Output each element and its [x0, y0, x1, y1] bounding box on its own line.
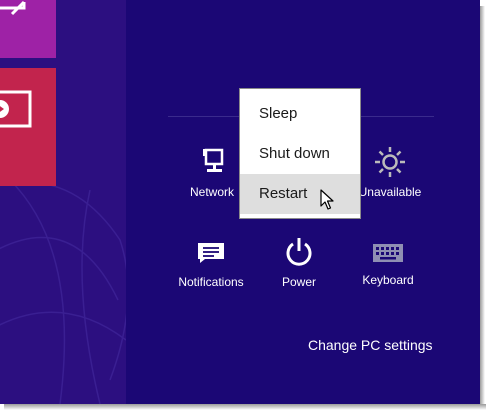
shut-down-menu-item[interactable]: Shut down: [240, 134, 360, 174]
power-label: Power: [281, 275, 316, 289]
start-tile-magenta[interactable]: [0, 0, 56, 58]
change-pc-settings-link[interactable]: Change PC settings: [308, 337, 433, 353]
screenshot-frame: Network Unavailable Notifications Power …: [0, 0, 480, 404]
tile-glyph-icon: [0, 0, 26, 16]
mouse-cursor-icon: [320, 189, 334, 210]
notifications-icon: [198, 243, 224, 263]
network-icon: [203, 148, 224, 172]
keyboard-icon: [373, 244, 403, 262]
frame-shadow-right: [480, 6, 485, 408]
restart-menu-item[interactable]: Restart: [240, 174, 360, 214]
power-icon: [286, 238, 312, 266]
start-tile-video[interactable]: [0, 68, 56, 186]
power-tile[interactable]: Power: [249, 237, 349, 289]
notifications-tile[interactable]: Notifications: [161, 242, 261, 289]
notifications-label: Notifications: [178, 275, 244, 289]
keyboard-label: Keyboard: [362, 273, 414, 287]
video-icon: [0, 90, 32, 128]
frame-shadow-bottom: [4, 404, 486, 410]
background-swirl-pattern: [0, 179, 126, 404]
power-menu: Sleep Shut down Restart: [239, 88, 361, 219]
sleep-menu-item[interactable]: Sleep: [240, 94, 360, 134]
brightness-icon: [375, 147, 405, 177]
start-screen-background: [0, 0, 126, 404]
keyboard-tile[interactable]: Keyboard: [338, 243, 438, 287]
